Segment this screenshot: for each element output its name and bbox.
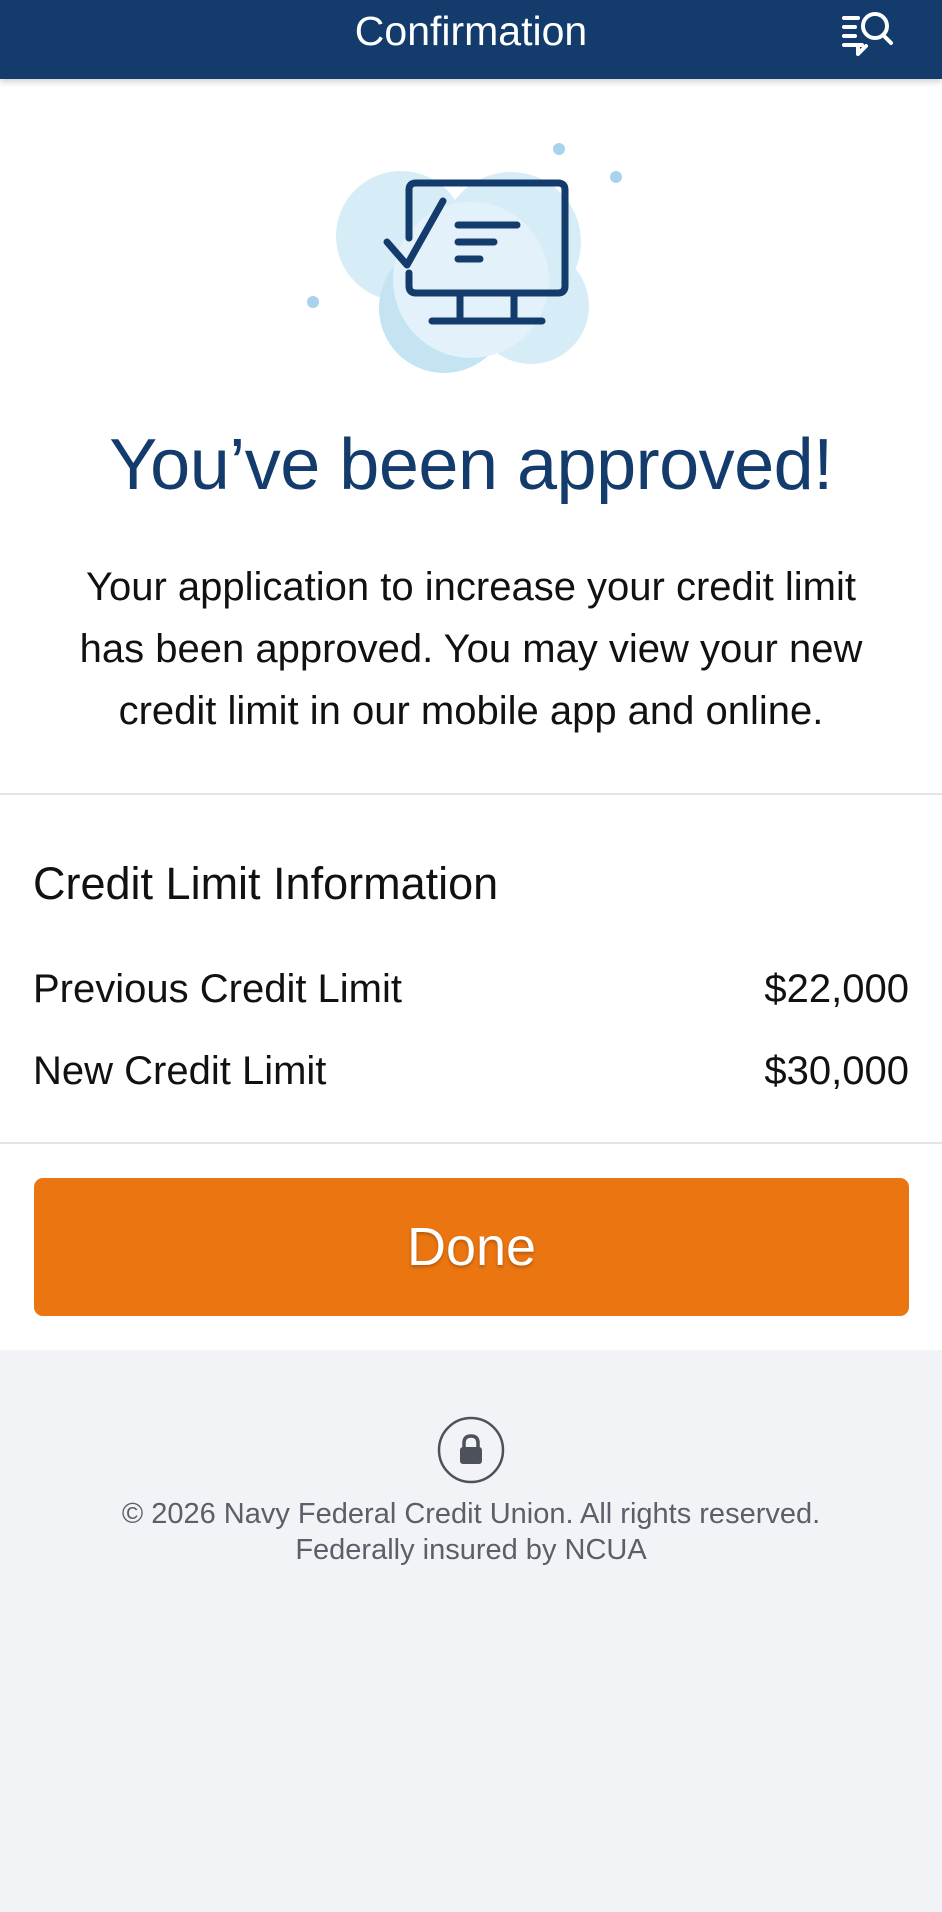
divider xyxy=(0,793,942,795)
lock-icon xyxy=(437,1416,505,1484)
app-header: Confirmation xyxy=(0,0,942,79)
previous-credit-limit-row: Previous Credit Limit $22,000 xyxy=(33,961,909,1017)
credit-info-title: Credit Limit Information xyxy=(33,858,499,909)
confirmation-card: You’ve been approved! Your application t… xyxy=(0,79,942,1350)
new-credit-limit-value: $30,000 xyxy=(764,1049,909,1093)
done-button[interactable]: Done xyxy=(34,1178,909,1316)
chat-help-icon[interactable] xyxy=(838,6,898,62)
ncua-insurance-text: Federally insured by NCUA xyxy=(295,1534,647,1566)
approval-message: Your application to increase your credit… xyxy=(79,565,863,733)
copyright-text: © 2026 Navy Federal Credit Union. All ri… xyxy=(121,1498,821,1530)
previous-credit-limit-label: Previous Credit Limit xyxy=(33,967,403,1011)
divider xyxy=(0,1142,942,1144)
page-title: Confirmation xyxy=(354,8,588,54)
new-credit-limit-row: New Credit Limit $30,000 xyxy=(33,1043,909,1099)
previous-credit-limit-value: $22,000 xyxy=(764,967,909,1011)
monitor-checklist-icon xyxy=(296,138,646,448)
approval-headline: You’ve been approved! xyxy=(109,425,833,505)
new-credit-limit-label: New Credit Limit xyxy=(33,1049,327,1093)
